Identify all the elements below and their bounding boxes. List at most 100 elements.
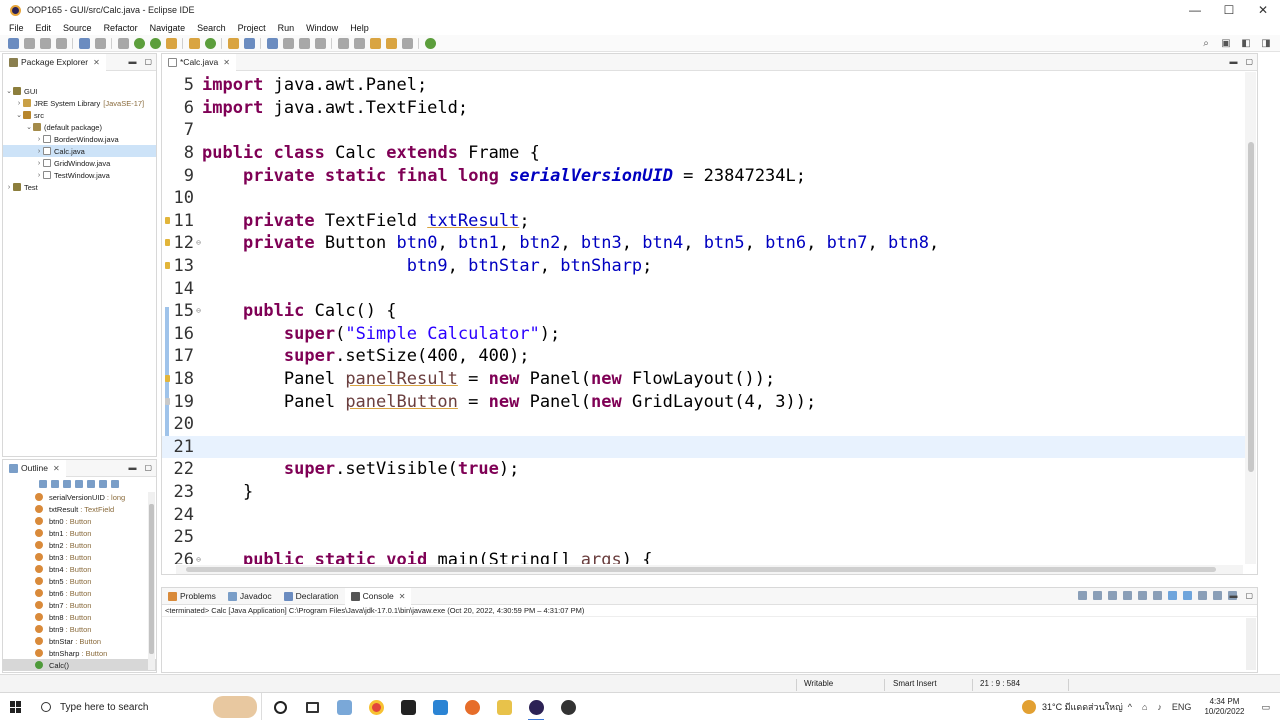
chevron-right-icon[interactable]: ›	[35, 136, 43, 143]
code-line[interactable]: 6 import java.awt.TextField;	[162, 97, 1245, 120]
tab-package-explorer[interactable]: Package Explorer ✕	[3, 53, 106, 71]
notifications-icon[interactable]: ▭	[1261, 702, 1270, 713]
next-annotation-icon[interactable]	[338, 37, 349, 49]
back-icon[interactable]	[386, 37, 397, 49]
code-line[interactable]: 26 ⊖ public static void main(String[] arg…	[162, 549, 1245, 564]
collapse-all-icon[interactable]	[111, 480, 119, 488]
close-icon[interactable]: ✕	[93, 58, 100, 67]
taskbar-app-vscode[interactable]	[424, 693, 456, 720]
show-on-stderr-icon[interactable]	[1183, 591, 1192, 600]
tree-item[interactable]: ⌄ (default package)	[3, 121, 156, 133]
chevron-down-icon[interactable]: ⌄	[15, 111, 23, 119]
maximize-button[interactable]: ☐	[1212, 0, 1246, 20]
weather-icon[interactable]	[1022, 700, 1037, 714]
chevron-right-icon[interactable]: ›	[15, 100, 23, 107]
debug-perspective-icon[interactable]: ◨	[1260, 37, 1272, 49]
code-line[interactable]: 10	[162, 187, 1245, 210]
new-icon[interactable]	[8, 37, 19, 49]
tree-item[interactable]: ⌄ GUI	[3, 85, 156, 97]
maximize-panel-icon[interactable]: ▢	[144, 463, 152, 472]
volume-icon[interactable]: ♪	[1157, 702, 1162, 712]
taskbar-app-explorer[interactable]	[488, 693, 520, 720]
tree-item[interactable]: › JRE System Library [JavaSE-17]	[3, 97, 156, 109]
code-line[interactable]: 17 super .setSize(400, 400);	[162, 345, 1245, 368]
tree-item[interactable]: › Calc.java	[3, 145, 156, 157]
sort-icon[interactable]	[39, 480, 47, 488]
status-cursor-position[interactable]: 21 : 9 : 584	[980, 679, 1020, 688]
chevron-down-icon[interactable]: ⌄	[5, 87, 13, 95]
outline-item[interactable]: btn0 : Button	[3, 515, 156, 527]
last-edit-location-icon[interactable]	[370, 37, 381, 49]
code-line[interactable]: 7	[162, 119, 1245, 142]
new-java-project-icon[interactable]	[189, 37, 200, 49]
maximize-panel-icon[interactable]: ▢	[1245, 57, 1253, 66]
cortana-button[interactable]	[264, 693, 296, 720]
windows-start-icon[interactable]	[10, 701, 22, 713]
tab-outline[interactable]: Outline ✕	[3, 459, 66, 477]
taskbar-app-terminal[interactable]	[392, 693, 424, 720]
external-tools-icon[interactable]	[166, 37, 177, 49]
debug-icon[interactable]	[118, 37, 129, 49]
code-line[interactable]: 22 super .setVisible(true);	[162, 458, 1245, 481]
task-view-button[interactable]	[296, 693, 328, 720]
code-line[interactable]: 25	[162, 526, 1245, 549]
code-line[interactable]: 19 Panel panelButton = new Panel(new Gri…	[162, 390, 1245, 413]
code-line[interactable]: 15 ⊖ public Calc() {	[162, 300, 1245, 323]
tree-item[interactable]: › GridWindow.java	[3, 157, 156, 169]
outline-item[interactable]: btn6 : Button	[3, 587, 156, 599]
chevron-right-icon[interactable]: ›	[35, 160, 43, 167]
outline-scroll-thumb[interactable]	[149, 504, 154, 654]
terminal-icon[interactable]	[79, 37, 90, 49]
forward-icon[interactable]	[402, 37, 413, 49]
outline-item[interactable]: btn7 : Button	[3, 599, 156, 611]
hide-fields-icon[interactable]	[51, 480, 59, 488]
code-line[interactable]: 18 Panel panelResult = new Panel(new Flo…	[162, 368, 1245, 391]
outline-item[interactable]: btnStar : Button	[3, 635, 156, 647]
outline-item[interactable]: btnSharp : Button	[3, 647, 156, 659]
code-line[interactable]: 14	[162, 277, 1245, 300]
outline-item[interactable]: txtResult : TextField	[3, 503, 156, 515]
taskbar-app-obs[interactable]	[552, 693, 584, 720]
chevron-up-icon[interactable]: ^	[1128, 702, 1132, 712]
editor-scroll-thumb[interactable]	[1248, 142, 1254, 472]
editor-hscroll-thumb[interactable]	[186, 567, 1216, 572]
tree-item[interactable]: › Test	[3, 181, 156, 193]
code-line[interactable]: 16 super("Simple Calculator");	[162, 323, 1245, 346]
hide-non-public-icon[interactable]	[75, 480, 83, 488]
close-icon[interactable]: ✕	[223, 58, 230, 67]
toggle-block-selection-icon[interactable]	[299, 37, 310, 49]
menu-edit[interactable]: Edit	[36, 23, 52, 33]
save-all-icon[interactable]	[56, 37, 67, 49]
tree-item[interactable]: › TestWindow.java	[3, 169, 156, 181]
taskbar-clock[interactable]: 4:34 PM 10/20/2022	[1204, 697, 1244, 717]
close-window-button[interactable]: ✕	[1246, 0, 1280, 20]
outline-item[interactable]: btn3 : Button	[3, 551, 156, 563]
language-indicator[interactable]: ENG	[1172, 702, 1192, 712]
tab-javadoc[interactable]: Javadoc	[222, 588, 278, 605]
run-icon[interactable]	[134, 37, 145, 49]
terminate-icon[interactable]	[1078, 591, 1087, 600]
chevron-right-icon[interactable]: ›	[35, 172, 43, 179]
menu-source[interactable]: Source	[63, 23, 92, 33]
menu-refactor[interactable]: Refactor	[104, 23, 138, 33]
minimize-panel-icon[interactable]: ▬	[128, 463, 136, 472]
save-icon[interactable]	[40, 37, 51, 49]
tree-item[interactable]: › BorderWindow.java	[3, 133, 156, 145]
code-line[interactable]: 23 }	[162, 481, 1245, 504]
menu-window[interactable]: Window	[306, 23, 338, 33]
minimize-button[interactable]: —	[1178, 0, 1212, 20]
close-icon[interactable]: ✕	[399, 592, 406, 601]
word-wrap-icon[interactable]	[1153, 591, 1162, 600]
console-scrollbar[interactable]	[1246, 618, 1256, 670]
pin-editor-icon[interactable]	[425, 37, 436, 49]
menu-project[interactable]: Project	[238, 23, 266, 33]
chevron-right-icon[interactable]: ›	[5, 184, 13, 191]
fold-icon[interactable]: ⊖	[196, 555, 201, 564]
taskbar-app-eclipse[interactable]	[520, 693, 552, 720]
maximize-panel-icon[interactable]: ▢	[1245, 591, 1253, 600]
menu-help[interactable]: Help	[350, 23, 369, 33]
code-line[interactable]: 9 private static final long serialVersio…	[162, 164, 1245, 187]
link-with-editor-icon[interactable]	[99, 480, 107, 488]
outline-item[interactable]: Calc()	[3, 659, 156, 671]
hide-static-icon[interactable]	[63, 480, 71, 488]
